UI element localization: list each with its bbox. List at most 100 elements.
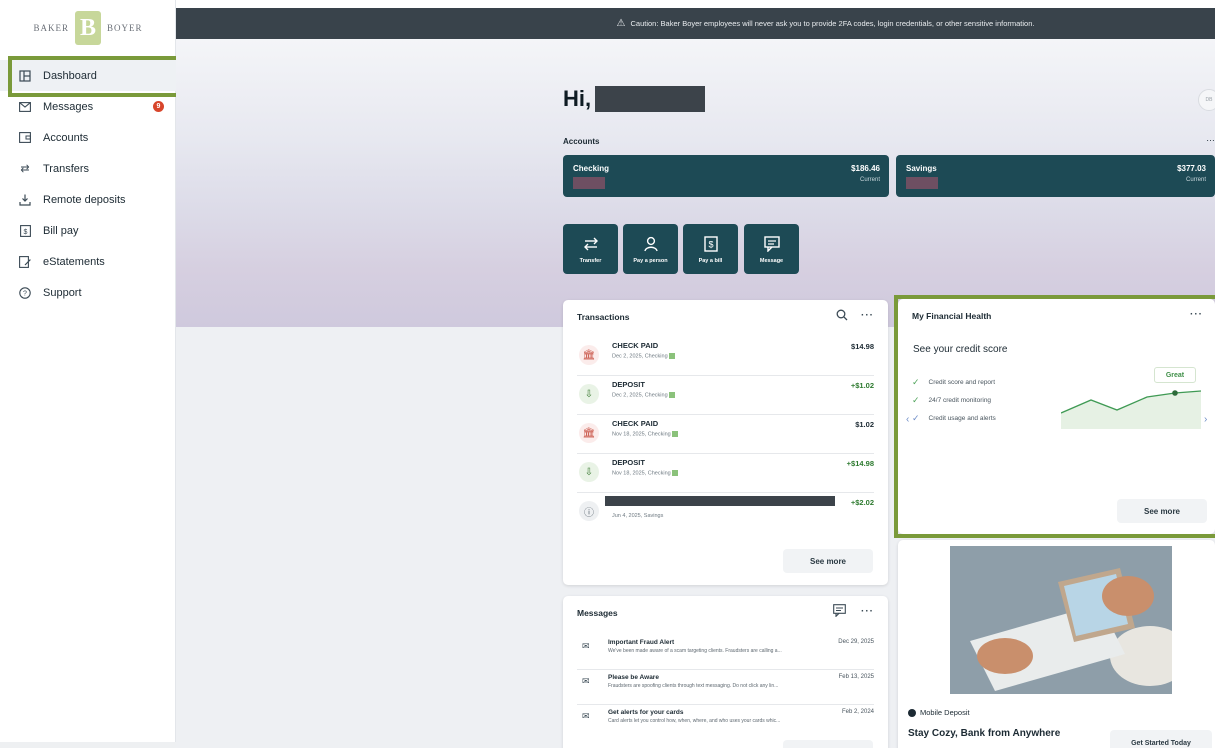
transfer-button[interactable]: Transfer <box>563 224 618 274</box>
pay-a-person-button[interactable]: Pay a person <box>623 224 678 274</box>
check-image-icon <box>668 392 675 398</box>
sidebar-item-support[interactable]: ? Support <box>0 277 176 308</box>
message-preview: Fraudsters are spoofing clients through … <box>608 683 779 689</box>
redacted-account-number <box>573 177 605 189</box>
transfer-icon <box>582 235 600 253</box>
account-name: Savings <box>906 164 937 173</box>
profile-button[interactable]: DB <box>1198 89 1215 111</box>
transaction-name: CHECK PAID <box>612 419 659 428</box>
transaction-meta: Dec 2, 2025, Checking <box>612 392 675 398</box>
deposit-icon <box>18 193 32 207</box>
sidebar-item-label: Bill pay <box>43 224 79 237</box>
message-title: Please be Aware <box>608 674 659 681</box>
more-options-icon[interactable]: ··· <box>861 310 874 321</box>
sidebar-item-dashboard[interactable]: Dashboard <box>0 60 176 91</box>
photo-illustration <box>950 546 1172 694</box>
message-button[interactable]: Message <box>744 224 799 274</box>
promo-label: Mobile Deposit <box>908 708 970 717</box>
transaction-row[interactable]: ⇩ DEPOSIT Dec 2, 2025, Checking +$1.02 <box>577 376 874 415</box>
search-icon[interactable] <box>836 308 848 326</box>
sidebar-item-accounts[interactable]: Accounts <box>0 122 176 153</box>
check-icon: ✓ <box>912 377 920 387</box>
baker-boyer-logo[interactable]: BAKER B BOYER <box>18 10 158 46</box>
compose-message-icon[interactable] <box>833 604 846 622</box>
feature-label: Credit usage and alerts <box>928 415 996 422</box>
transaction-row[interactable]: ⓘ Jun 4, 2025, Savings +$2.02 <box>577 493 874 532</box>
message-preview: Card alerts let you control how, when, w… <box>608 718 781 724</box>
transactions-see-more-button[interactable]: See more <box>783 549 873 573</box>
sidebar-item-label: eStatements <box>43 255 105 268</box>
message-icon <box>763 235 781 253</box>
accounts-more-icon[interactable]: … <box>1206 133 1215 143</box>
sidebar-item-messages[interactable]: Messages 9 <box>0 91 176 122</box>
transaction-row[interactable]: 🏛 CHECK PAID Dec 2, 2025, Checking $14.9… <box>577 337 874 376</box>
trend-marker <box>1172 390 1178 396</box>
quick-action-label: Pay a bill <box>698 257 723 264</box>
sidebar-item-bill-pay[interactable]: $ Bill pay <box>0 215 176 246</box>
sidebar-item-label: Dashboard <box>43 69 97 82</box>
mobile-deposit-icon <box>908 708 916 717</box>
chevron-left-icon[interactable]: ‹ <box>906 414 909 425</box>
message-date: Dec 29, 2025 <box>838 639 874 645</box>
messages-see-more-button[interactable]: See more <box>783 740 873 748</box>
statement-icon <box>18 255 32 269</box>
sidebar-item-remote-deposits[interactable]: Remote deposits <box>0 184 176 215</box>
sidebar: BAKER B BOYER Dashboard Messages 9 Accou… <box>0 0 176 748</box>
account-status: Current <box>859 177 880 183</box>
account-card-checking[interactable]: Checking $186.46 Current <box>563 155 889 197</box>
mobile-deposit-photo <box>950 546 1172 694</box>
message-row[interactable]: ✉ Please be Aware Feb 13, 2025 Fraudster… <box>577 671 874 705</box>
greeting: Hi, <box>563 86 592 111</box>
banner-text: Caution: Baker Boyer employees will neve… <box>630 19 1035 28</box>
sidebar-item-label: Remote deposits <box>43 193 126 206</box>
sidebar-item-label: Messages <box>43 100 94 113</box>
account-card-savings[interactable]: Savings $377.03 Current <box>896 155 1215 197</box>
svg-text:$: $ <box>708 239 713 249</box>
deposit-icon: ⇩ <box>579 384 599 404</box>
sidebar-item-estatements[interactable]: eStatements <box>0 246 176 277</box>
sidebar-footer <box>0 742 176 748</box>
hand-right <box>1102 576 1154 616</box>
envelope-icon: ✉ <box>582 711 590 721</box>
security-banner: ⚠ Caution: Baker Boyer employees will ne… <box>176 8 1215 39</box>
check-image-icon <box>671 470 678 476</box>
wallet-icon <box>18 131 32 145</box>
financial-health-see-more-button[interactable]: See more <box>1117 499 1207 523</box>
hand-left <box>977 638 1033 674</box>
pay-a-bill-button[interactable]: $ Pay a bill <box>683 224 738 274</box>
transactions-title: Transactions <box>577 312 630 322</box>
transaction-name: CHECK PAID <box>612 341 659 350</box>
message-row[interactable]: ✉ Important Fraud Alert Dec 29, 2025 We'… <box>577 636 874 670</box>
transaction-meta-text: Nov 18, 2025, Checking <box>612 470 671 477</box>
bank-icon: 🏛 <box>579 423 599 443</box>
help-icon: ? <box>18 286 32 300</box>
message-row[interactable]: ✉ Get alerts for your cards Feb 2, 2024 … <box>577 706 874 740</box>
redacted-name <box>595 86 705 112</box>
transaction-amount: $14.98 <box>851 342 874 351</box>
sidebar-item-transfers[interactable]: ⇄ Transfers <box>0 153 176 184</box>
account-status: Current <box>1185 177 1206 183</box>
unread-badge: 9 <box>153 101 164 112</box>
chevron-right-icon[interactable]: › <box>1204 414 1207 425</box>
quick-action-label: Message <box>759 257 784 264</box>
transaction-amount: +$14.98 <box>846 459 874 468</box>
transaction-meta: Jun 4, 2025, Savings <box>612 513 664 519</box>
transactions-card: Transactions ··· 🏛 CHECK PAID Dec 2, 202… <box>563 300 888 585</box>
accounts-heading: Accounts <box>563 137 600 146</box>
message-date: Feb 13, 2025 <box>838 674 874 680</box>
transaction-row[interactable]: 🏛 CHECK PAID Nov 18, 2025, Checking $1.0… <box>577 415 874 454</box>
transaction-meta-text: Dec 2, 2025, Checking <box>612 392 668 399</box>
more-options-icon[interactable]: ··· <box>861 606 874 617</box>
more-options-icon[interactable]: ··· <box>1190 309 1203 320</box>
transaction-row[interactable]: ⇩ DEPOSIT Nov 18, 2025, Checking +$14.98 <box>577 454 874 493</box>
envelope-icon: ✉ <box>582 676 590 686</box>
financial-health-card: My Financial Health ··· See your credit … <box>898 299 1215 534</box>
get-started-button[interactable]: Get Started Today <box>1110 730 1212 748</box>
credit-rating-pill: Great <box>1154 367 1196 383</box>
credit-score-headline: See your credit score <box>913 344 1008 355</box>
sidebar-item-label: Transfers <box>43 162 90 175</box>
transaction-name: DEPOSIT <box>612 380 645 389</box>
transaction-amount: +$1.02 <box>850 381 874 390</box>
feature-item: ✓ 24/7 credit monitoring <box>912 395 991 406</box>
message-title: Get alerts for your cards <box>608 709 684 716</box>
